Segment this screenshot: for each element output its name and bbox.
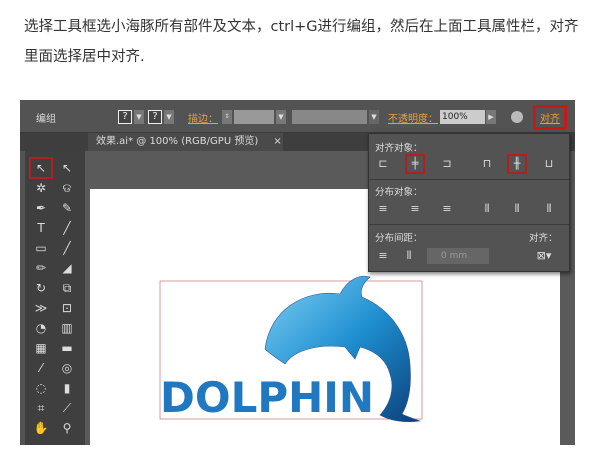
distribute-left-icon[interactable]: ⫴ [479,201,495,217]
lasso-icon[interactable]: ଡ [57,179,77,197]
shape-builder-icon[interactable]: ◔ [31,319,51,337]
vertical-spacing-icon[interactable]: ≡ [375,248,391,264]
width-tool-icon[interactable]: ≫ [31,299,51,317]
distribute-top-icon[interactable]: ≡ [375,201,391,217]
align-vertical-center-icon[interactable]: ╫ [507,154,527,174]
opacity-label[interactable]: 不透明度： [388,110,438,125]
recolor-icon[interactable] [511,111,523,123]
paintbrush-icon[interactable]: ╱ [57,239,77,257]
document-tab[interactable]: 效果.ai* @ 100% (RGB/GPU 预览) × [88,133,283,151]
stroke-weight-dropdown[interactable]: ▼ [276,110,286,124]
magic-wand-icon[interactable]: ✲ [31,179,51,197]
control-bar: 编组 ? ▼ ? ▼ 描边： ⇕ ▼ ▼ 不透明度： 100% ▶ 对齐 [20,100,575,133]
align-objects-label: 对齐对象： [375,143,423,154]
tools-panel: ↖ ↖ ✲ ଡ ✒ ✎ T ╱ ▭ ╱ ✏ ◢ ↻ ⧉ ≫ ⊡ ◔ ▥ ▦ ▬ … [25,151,85,445]
fill-swatch[interactable]: ? [118,110,132,124]
align-highlight [533,105,567,130]
opacity-field[interactable]: 100% [440,110,485,124]
line-tool-icon[interactable]: ╱ [57,219,77,237]
opacity-arrow[interactable]: ▶ [486,110,496,124]
fill-dropdown[interactable]: ▼ [134,110,144,124]
type-tool-icon[interactable]: T [31,219,51,237]
column-graph-icon[interactable]: ▮ [57,379,77,397]
distribute-spacing-label: 分布间距： [375,233,423,244]
stroke-dropdown[interactable]: ▼ [164,110,174,124]
variable-width-field[interactable] [292,110,367,124]
hand-tool-icon[interactable]: ✋ [31,419,51,437]
align-to-label: 对齐： [529,233,558,244]
dolphin-text: DOLPHIN [160,373,374,422]
variable-width-dropdown[interactable]: ▼ [369,110,379,124]
pencil-icon[interactable]: ✏ [31,259,51,277]
close-tab-icon[interactable]: × [273,136,281,147]
distribute-right-icon[interactable]: ⫴ [541,201,557,217]
artboard-tool-icon[interactable]: ⌗ [31,399,51,417]
symbol-sprayer-icon[interactable]: ◌ [31,379,51,397]
curvature-tool-icon[interactable]: ✎ [57,199,77,217]
rectangle-tool-icon[interactable]: ▭ [31,239,51,257]
scale-tool-icon[interactable]: ⧉ [57,279,77,297]
instruction-text: 选择工具框选小海豚所有部件及文本，ctrl+G进行编组，然后在上面工具属性栏，对… [24,19,579,65]
slice-tool-icon[interactable]: ⟋ [57,399,77,417]
stroke-swatch[interactable]: ? [148,110,162,124]
align-to-dropdown[interactable]: ⊠▾ [533,248,555,264]
mesh-tool-icon[interactable]: ▦ [31,339,51,357]
free-transform-icon[interactable]: ⊡ [57,299,77,317]
spacing-field[interactable]: 0 mm [427,248,489,264]
pen-tool-icon[interactable]: ✒ [31,199,51,217]
stroke-label[interactable]: 描边： [188,110,218,125]
blend-tool-icon[interactable]: ◎ [57,359,77,377]
distribute-vcenter-icon[interactable]: ≡ [407,201,423,217]
illustrator-screenshot: 编组 ? ▼ ? ▼ 描边： ⇕ ▼ ▼ 不透明度： 100% ▶ 对齐 效果.… [20,100,575,445]
distribute-hcenter-icon[interactable]: ⫴ [509,201,525,217]
chart-tool-icon[interactable]: ▥ [57,319,77,337]
eraser-icon[interactable]: ◢ [57,259,77,277]
align-left-icon[interactable]: ⊏ [375,156,391,172]
align-right-icon[interactable]: ⊐ [439,156,455,172]
selection-tool-icon[interactable]: ↖ [29,157,53,179]
distribute-objects-label: 分布对象： [375,187,423,198]
eyedropper-icon[interactable]: ⁄ [31,359,51,377]
align-panel: 对齐对象： ⊏ ╪ ⊐ ⊓ ╫ ⊔ 分布对象： ≡ ≡ ≡ ⫴ ⫴ ⫴ 分布间距… [368,133,570,272]
group-label: 编组 [36,114,56,125]
distribute-bottom-icon[interactable]: ≡ [439,201,455,217]
stroke-weight-field[interactable] [234,110,274,124]
zoom-tool-icon[interactable]: ⚲ [57,419,77,437]
align-bottom-icon[interactable]: ⊔ [541,156,557,172]
gradient-tool-icon[interactable]: ▬ [57,339,77,357]
direct-selection-tool-icon[interactable]: ↖ [57,159,77,177]
align-horizontal-center-icon[interactable]: ╪ [405,154,425,174]
horizontal-spacing-icon[interactable]: ⫴ [401,248,417,264]
stroke-stepper[interactable]: ⇕ [222,110,232,124]
align-top-icon[interactable]: ⊓ [479,156,495,172]
rotate-tool-icon[interactable]: ↻ [31,279,51,297]
tab-title: 效果.ai* @ 100% (RGB/GPU 预览) [96,136,259,147]
